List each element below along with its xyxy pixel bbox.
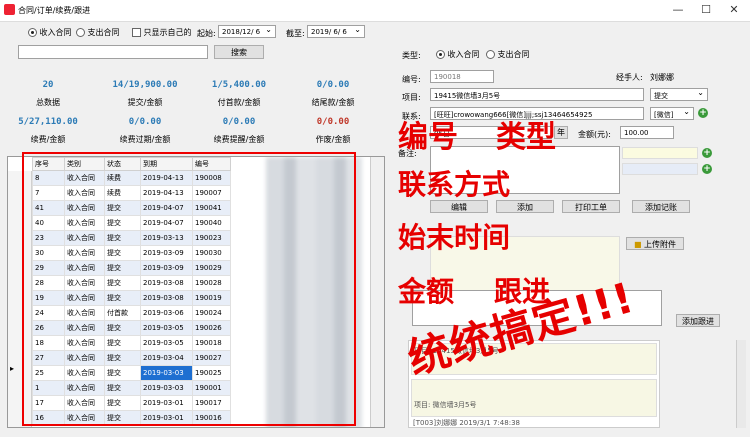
annotation-contact: 联系方式 <box>398 168 511 201</box>
radio-checked-icon <box>28 28 37 37</box>
only-mine-checkbox[interactable]: 只显示自己的 <box>132 27 192 38</box>
annotation-type: 类型 <box>496 120 556 155</box>
radio-icon <box>76 28 85 37</box>
annotation-amount: 金额 <box>398 275 455 308</box>
start-date-label: 起始: <box>197 29 216 38</box>
status-select[interactable]: 提交 <box>650 88 708 101</box>
amount-label: 金额(元): <box>578 130 611 139</box>
date-year-button[interactable]: 年 <box>554 126 568 139</box>
annotation-number: 编号 <box>398 120 458 155</box>
log-footer: [T003]刘娜娜 2019/3/1 7:48:38 <box>413 419 520 427</box>
app-icon <box>4 4 15 15</box>
amount-field[interactable]: 100.00 <box>620 126 674 139</box>
start-date-picker[interactable]: 2018/12/ 6 <box>218 25 276 38</box>
extra-field-1[interactable] <box>622 147 698 159</box>
current-row-marker: ▸ <box>10 364 15 373</box>
upload-button[interactable]: ■ 上传附件 <box>626 237 684 250</box>
window-title: 合同/订单/续费/跟进 <box>18 6 91 15</box>
title-bar: 合同/订单/续费/跟进 — ☐ ✕ <box>0 0 750 22</box>
add-contact-icon[interactable]: + <box>698 108 708 118</box>
upload-icon: ■ <box>633 240 642 249</box>
end-date-label: 截至: <box>286 29 305 38</box>
search-button[interactable]: 搜索 <box>214 45 264 59</box>
stat-final-payment: 0/0.00 结尾款/金额 <box>311 80 355 107</box>
annotation-time: 始末时间 <box>398 221 511 254</box>
checkbox-icon <box>132 28 141 37</box>
contact-type-select[interactable]: [微信] <box>650 107 694 120</box>
radio-checked-icon <box>436 50 445 59</box>
add-followup-button[interactable]: 添加跟进 <box>676 314 720 327</box>
minimize-button[interactable]: — <box>664 2 692 18</box>
search-input[interactable] <box>18 45 208 59</box>
number-field: 190018 <box>430 70 494 83</box>
filter-expense-radio[interactable]: 支出合同 <box>76 27 120 38</box>
type-label: 类型: <box>402 51 421 60</box>
stat-renewal: 5/27,110.00 续费/金额 <box>18 117 78 144</box>
stat-renewal-reminder: 0/0.00 续费提醒/金额 <box>213 117 265 144</box>
handler-label: 经手人: <box>616 73 643 82</box>
end-date-picker[interactable]: 2019/ 6/ 6 <box>307 25 365 38</box>
stat-void: 0/0.00 作废/金额 <box>315 117 351 144</box>
number-label: 编号: <box>402 75 421 84</box>
stat-first-payment: 1/5,400.00 付首款/金额 <box>211 80 267 107</box>
project-field[interactable]: 19415微信墙3月5号 <box>430 88 644 101</box>
log-entry-2-text: 项目: 微信墙3月5号 <box>414 401 477 409</box>
log-entry-2: 项目: 微信墙3月5号 <box>411 379 657 417</box>
grid-scrollbar[interactable] <box>370 157 384 427</box>
type-expense-radio[interactable]: 支出合同 <box>486 49 530 60</box>
project-label: 项目: <box>402 93 421 102</box>
type-income-radio[interactable]: 收入合同 <box>436 49 480 60</box>
add-field-icon-2[interactable]: + <box>702 164 712 174</box>
radio-icon <box>486 50 495 59</box>
add-field-icon[interactable]: + <box>702 148 712 158</box>
print-button[interactable]: 打印工单 <box>562 200 620 213</box>
stat-total: 20 总数据 <box>36 80 60 107</box>
extra-field-2[interactable] <box>622 163 698 175</box>
handler-value: 刘娜娜 <box>650 73 674 82</box>
renew-button[interactable]: 添加记账 <box>632 200 690 213</box>
stat-renewal-expired: 0/0.00 续费过期/金额 <box>119 117 171 144</box>
stat-submitted: 14/19,900.00 提交/金额 <box>112 80 178 107</box>
maximize-button[interactable]: ☐ <box>692 2 720 18</box>
log-scrollbar[interactable] <box>736 340 746 428</box>
highlight-frame <box>22 152 356 426</box>
filter-income-radio[interactable]: 收入合同 <box>28 27 72 38</box>
close-button[interactable]: ✕ <box>720 2 748 18</box>
